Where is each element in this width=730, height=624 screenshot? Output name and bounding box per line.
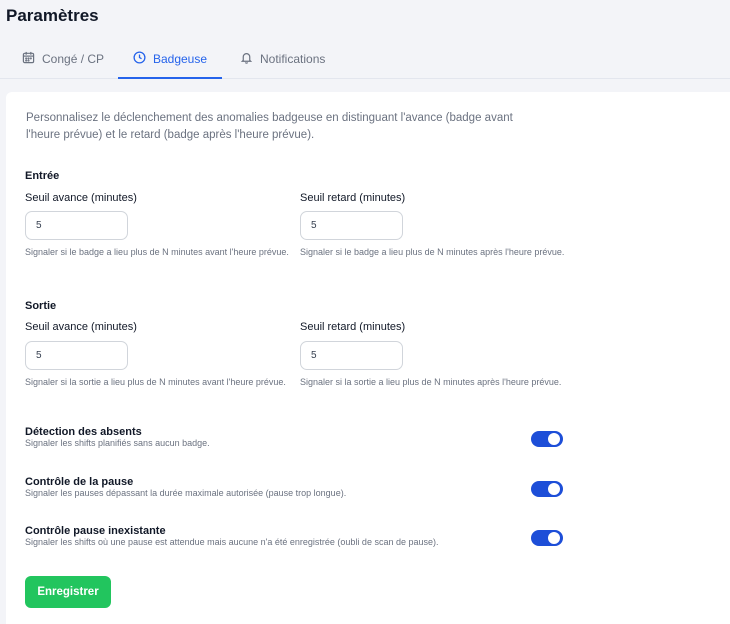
settings-card: Personnalisez le déclenchement des anoma… bbox=[6, 92, 730, 624]
missing-pause-toggle[interactable] bbox=[531, 530, 563, 546]
tab-label: Badgeuse bbox=[152, 51, 208, 66]
section-title-sortie: Sortie bbox=[25, 300, 57, 312]
missing-pause-description: Signaler les shifts où une pause est att… bbox=[25, 537, 439, 547]
sortie-avance-input[interactable] bbox=[25, 341, 128, 370]
entree-retard-label: Seuil retard (minutes) bbox=[300, 192, 406, 204]
pause-control-description: Signaler les pauses dépassant la durée m… bbox=[25, 488, 347, 498]
missing-pause-title: Contrôle pause inexistante bbox=[25, 525, 166, 537]
absents-description: Signaler les shifts planifiés sans aucun… bbox=[25, 438, 210, 448]
absents-title: Détection des absents bbox=[25, 426, 142, 438]
absents-toggle[interactable] bbox=[531, 431, 563, 447]
entree-avance-label: Seuil avance (minutes) bbox=[25, 192, 137, 204]
toggle-knob bbox=[548, 483, 560, 495]
entree-avance-input[interactable] bbox=[25, 211, 128, 240]
tab-conge-cp[interactable]: Congé / CP bbox=[22, 40, 104, 77]
tab-label: Congé / CP bbox=[42, 51, 105, 66]
toggle-knob bbox=[548, 433, 560, 445]
sortie-retard-label: Seuil retard (minutes) bbox=[300, 321, 406, 333]
pause-control-toggle[interactable] bbox=[531, 481, 563, 497]
page-title: Paramètres bbox=[6, 6, 99, 25]
toggle-knob bbox=[548, 532, 560, 544]
tab-label: Notifications bbox=[260, 51, 326, 66]
sortie-retard-help: Signaler si la sortie a lieu plus de N m… bbox=[300, 377, 562, 387]
save-button[interactable]: Enregistrer bbox=[25, 576, 111, 608]
sortie-retard-input[interactable] bbox=[300, 341, 403, 370]
intro-text: Personnalisez le déclenchement des anoma… bbox=[26, 112, 513, 141]
entree-retard-help: Signaler si le badge a lieu plus de N mi… bbox=[300, 247, 565, 257]
clock-icon bbox=[133, 50, 146, 67]
calendar-icon bbox=[22, 51, 35, 67]
section-title-entree: Entrée bbox=[25, 170, 60, 182]
entree-avance-help: Signaler si le badge a lieu plus de N mi… bbox=[25, 247, 289, 257]
sortie-avance-help: Signaler si la sortie a lieu plus de N m… bbox=[25, 377, 286, 387]
tab-badgeuse[interactable]: Badgeuse bbox=[118, 40, 222, 79]
bell-icon bbox=[240, 51, 253, 67]
entree-retard-input[interactable] bbox=[300, 211, 403, 240]
sortie-avance-label: Seuil avance (minutes) bbox=[25, 321, 137, 333]
pause-control-title: Contrôle de la pause bbox=[25, 476, 134, 488]
tab-bar: Congé / CP Badgeuse Notifications bbox=[0, 40, 730, 79]
tab-notifications[interactable]: Notifications bbox=[240, 40, 325, 77]
